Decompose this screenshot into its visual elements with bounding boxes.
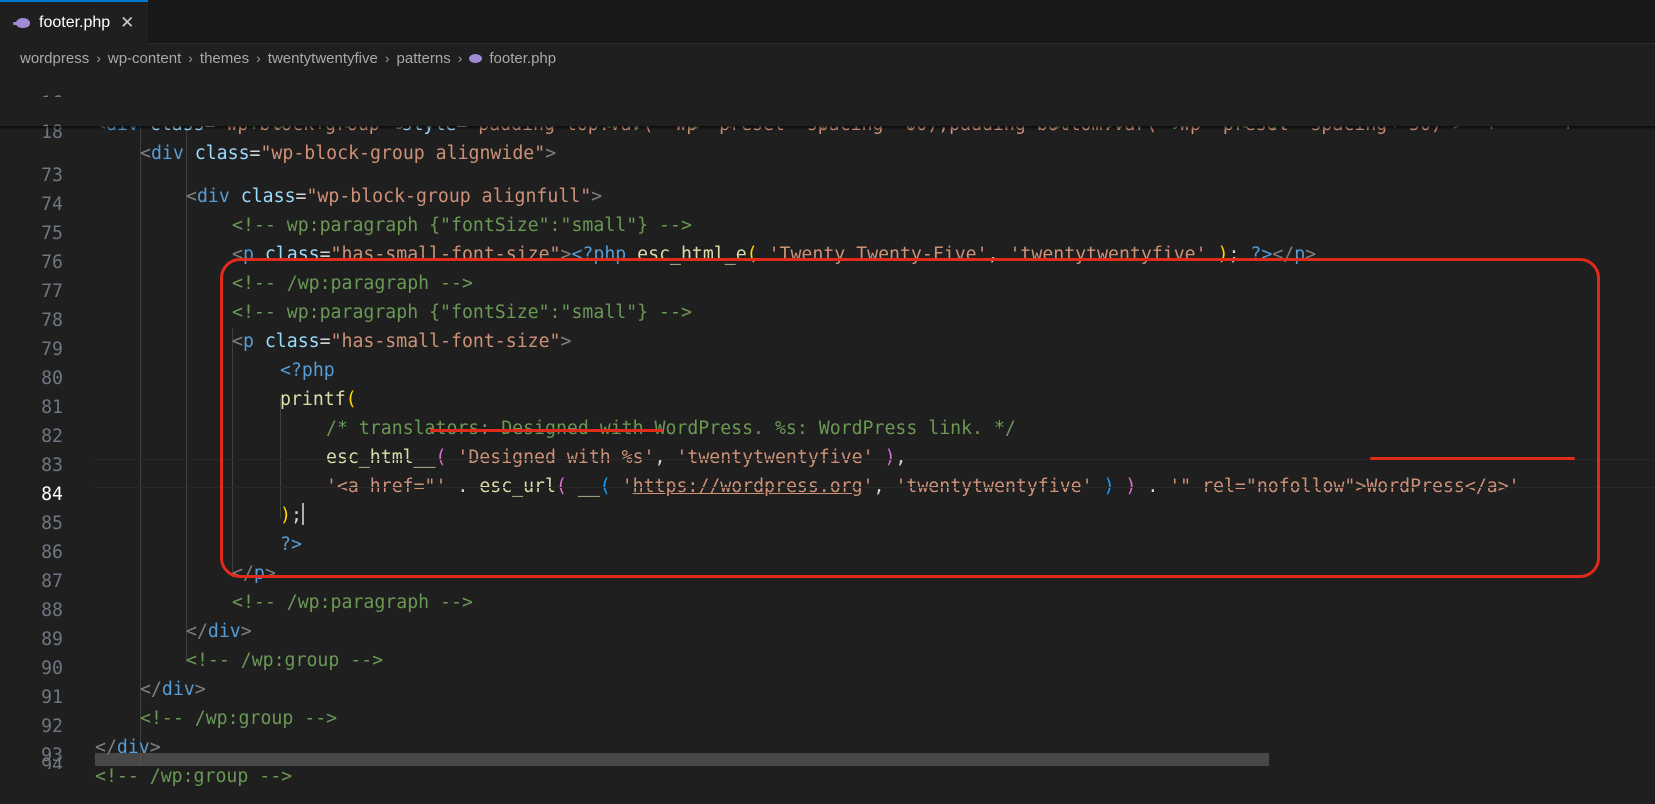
breadcrumb-item-twentytwentyfive[interactable]: twentytwentyfive (268, 50, 378, 67)
code-text: <div class="wp-block-group alignwide"> (140, 143, 557, 164)
code-line-91[interactable]: 91 <!-- /wp:group --> (0, 662, 1655, 729)
close-icon[interactable]: ✕ (120, 13, 134, 33)
chevron-right-icon: › (256, 50, 261, 66)
line-number: 18 (41, 122, 63, 143)
tab-footer-php[interactable]: footer.php ✕ (0, 0, 148, 44)
editor-tab-bar: footer.php ✕ (0, 0, 1655, 44)
chevron-right-icon: › (457, 50, 463, 66)
code-line-74[interactable]: 74 <!-- wp:paragraph {"fontSize":"small"… (0, 169, 1655, 236)
annotation-underline (1370, 457, 1575, 460)
sticky-scroll-shadow (0, 126, 1655, 130)
php-elephant-icon (13, 18, 30, 28)
breadcrumb-item-footer-php[interactable]: footer.php (489, 50, 556, 67)
code-line-93[interactable]: 93 <!-- /wp:group --> (0, 720, 1655, 787)
code-line-90[interactable]: 90 </div> (0, 633, 1655, 700)
breadcrumb-item-patterns[interactable]: patterns (397, 50, 451, 67)
tab-label: footer.php (39, 14, 111, 31)
chevron-right-icon: › (188, 50, 193, 66)
breadcrumb-item-wp-content[interactable]: wp-content (108, 50, 181, 67)
horizontal-scrollbar[interactable] (95, 753, 1269, 766)
chevron-right-icon: › (96, 50, 101, 66)
code-line-88[interactable]: 88 </div> (0, 575, 1655, 642)
annotation-underline (430, 429, 663, 432)
code-line-92[interactable]: 92 </div> (0, 691, 1655, 758)
annotation-highlight-box (220, 258, 1600, 578)
code-line-76[interactable]: 76 <!-- /wp:paragraph --> (0, 227, 1655, 294)
sticky-line-16[interactable]: 16 <div class="wp-block-group" style="pa… (0, 68, 1655, 135)
php-elephant-icon (469, 53, 483, 63)
breadcrumb-item-wordpress[interactable]: wordpress (20, 50, 89, 67)
chevron-right-icon: › (384, 50, 390, 66)
code-line-89[interactable]: 89 <!-- /wp:group --> (0, 604, 1655, 671)
code-line-75[interactable]: 75 <p class="has-small-font-size"><?php … (0, 198, 1655, 265)
breadcrumb-item-themes[interactable]: themes (200, 50, 249, 67)
sticky-line-18[interactable]: 18 <div class="wp-block-group alignwide"… (0, 97, 1655, 164)
